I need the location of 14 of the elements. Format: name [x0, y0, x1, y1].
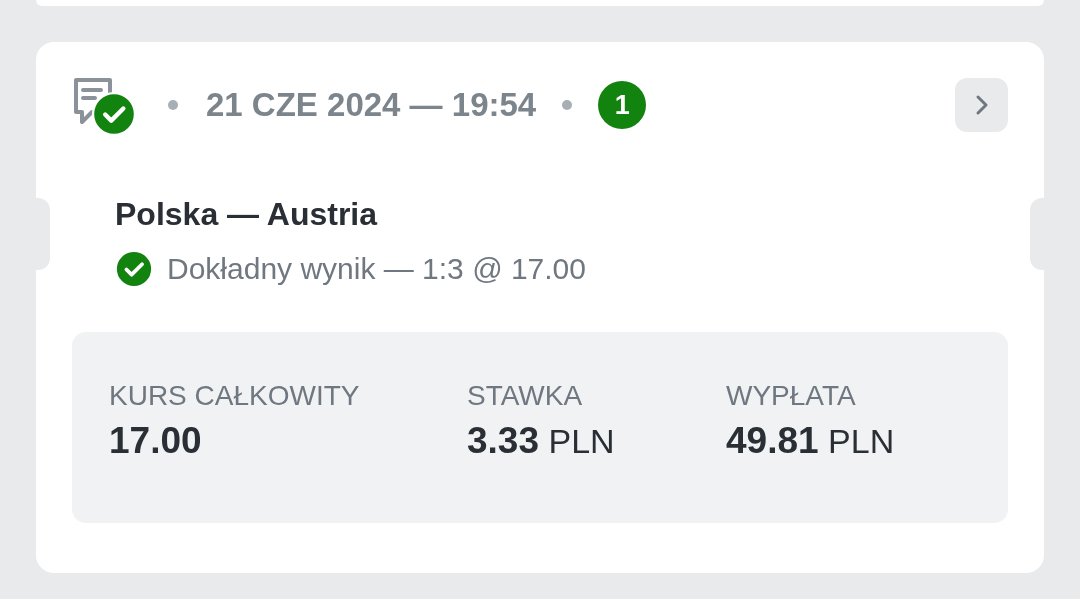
chevron-button[interactable]	[955, 78, 1008, 132]
count-badge: 1	[598, 81, 647, 129]
separator-dot	[168, 100, 178, 110]
event-name: Polska — Austria	[115, 195, 379, 234]
bet-date: 21 CZE 2024 — 19:54	[206, 86, 537, 124]
summary-label: STAWKA	[467, 380, 584, 412]
summary-value: 3.33 PLN	[467, 420, 616, 462]
selection-pick: Dokładny wynik — 1:3 @ 17.00	[167, 252, 586, 286]
summary-value: 17.00	[109, 420, 203, 462]
summary-label: KURS CAŁKOWITY	[109, 380, 361, 412]
chevron-right-icon	[974, 94, 989, 116]
summary-value: 49.81 PLN	[726, 420, 896, 462]
separator-dot	[562, 100, 573, 110]
summary-label: WYPŁATA	[726, 380, 857, 412]
